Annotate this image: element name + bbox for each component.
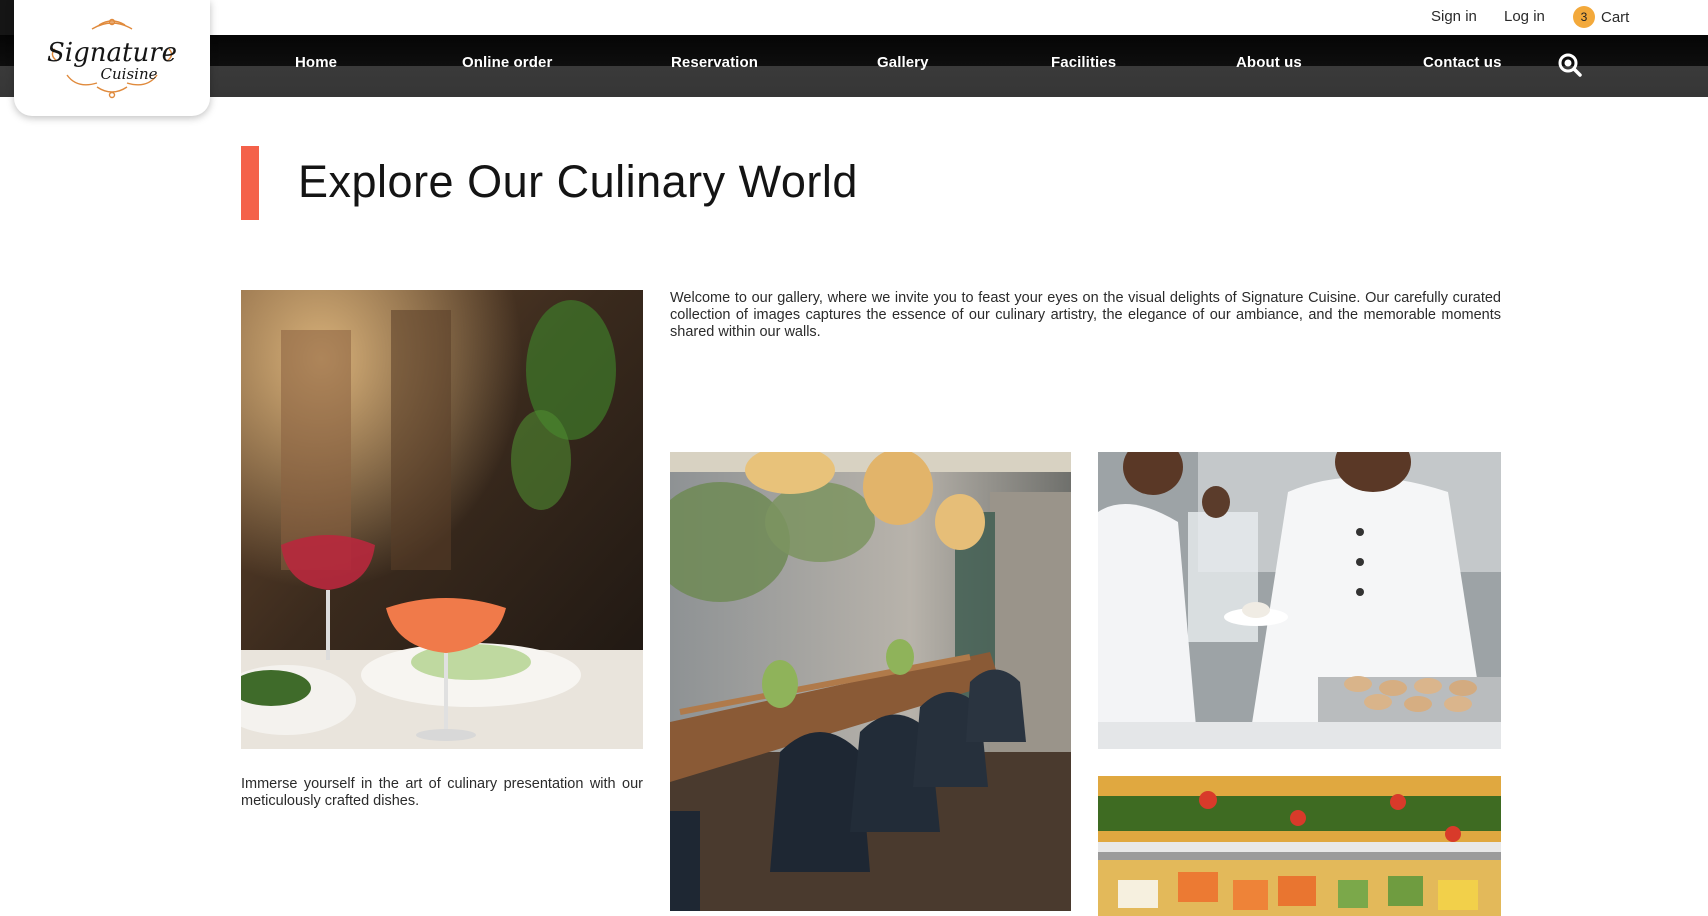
nav-home[interactable]: Home bbox=[295, 54, 337, 71]
logo[interactable]: Signature Cuisine bbox=[14, 0, 210, 116]
title-accent-bar bbox=[241, 146, 259, 220]
nav-about-us[interactable]: About us bbox=[1236, 54, 1302, 71]
gallery-image-dish[interactable] bbox=[241, 290, 643, 749]
logo-cuisine-text: Cuisine bbox=[101, 65, 158, 83]
cart-link[interactable]: 3 Cart bbox=[1573, 6, 1629, 28]
gallery-image-buffet[interactable] bbox=[1098, 776, 1501, 916]
page-title: Explore Our Culinary World bbox=[298, 156, 858, 207]
main-nav: Home Online order Reservation Gallery Fa… bbox=[0, 35, 1708, 97]
gallery-intro-text: Welcome to our gallery, where we invite … bbox=[670, 290, 1501, 340]
sign-in-link[interactable]: Sign in bbox=[1431, 8, 1477, 25]
search-icon[interactable] bbox=[1557, 52, 1583, 78]
nav-online-order[interactable]: Online order bbox=[462, 54, 552, 71]
page: Sign in Log in 3 Cart Home Online order … bbox=[0, 0, 1708, 916]
cart-count-badge: 3 bbox=[1573, 6, 1595, 28]
gallery-image-interior[interactable] bbox=[670, 452, 1071, 911]
gallery-caption-text: Immerse yourself in the art of culinary … bbox=[241, 776, 643, 809]
nav-facilities[interactable]: Facilities bbox=[1051, 54, 1116, 71]
nav-gallery[interactable]: Gallery bbox=[877, 54, 929, 71]
logo-signature-text: Signature bbox=[47, 38, 177, 68]
log-in-link[interactable]: Log in bbox=[1504, 8, 1545, 25]
nav-contact-us[interactable]: Contact us bbox=[1423, 54, 1502, 71]
top-utility-bar: Sign in Log in 3 Cart bbox=[0, 0, 1708, 66]
nav-reservation[interactable]: Reservation bbox=[671, 54, 758, 71]
cart-label: Cart bbox=[1601, 8, 1630, 26]
gallery-image-chefs[interactable] bbox=[1098, 452, 1501, 749]
